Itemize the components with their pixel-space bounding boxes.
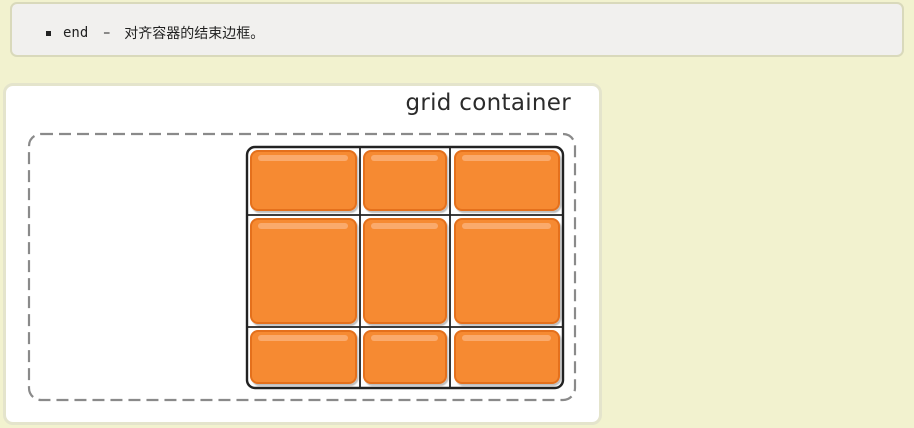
note-box: end – 对齐容器的结束边框。 — [10, 2, 904, 57]
keyword-end: end — [63, 25, 89, 41]
grid-item — [454, 150, 560, 211]
separator: – — [103, 25, 111, 41]
illustration-card: grid container — [3, 83, 602, 425]
grid-item — [363, 150, 447, 211]
grid-item — [363, 218, 447, 324]
grid-item — [454, 330, 560, 384]
bullet-icon — [46, 31, 51, 36]
grid-illustration — [27, 132, 577, 402]
grid-item — [363, 330, 447, 384]
list-item: end – 对齐容器的结束边框。 — [46, 23, 264, 43]
grid-item — [250, 150, 357, 211]
description: 对齐容器的结束边框。 — [124, 26, 265, 42]
grid-item — [250, 218, 357, 324]
grid-item — [250, 330, 357, 384]
note-list: end – 对齐容器的结束边框。 — [46, 23, 264, 43]
grid-item — [454, 218, 560, 324]
